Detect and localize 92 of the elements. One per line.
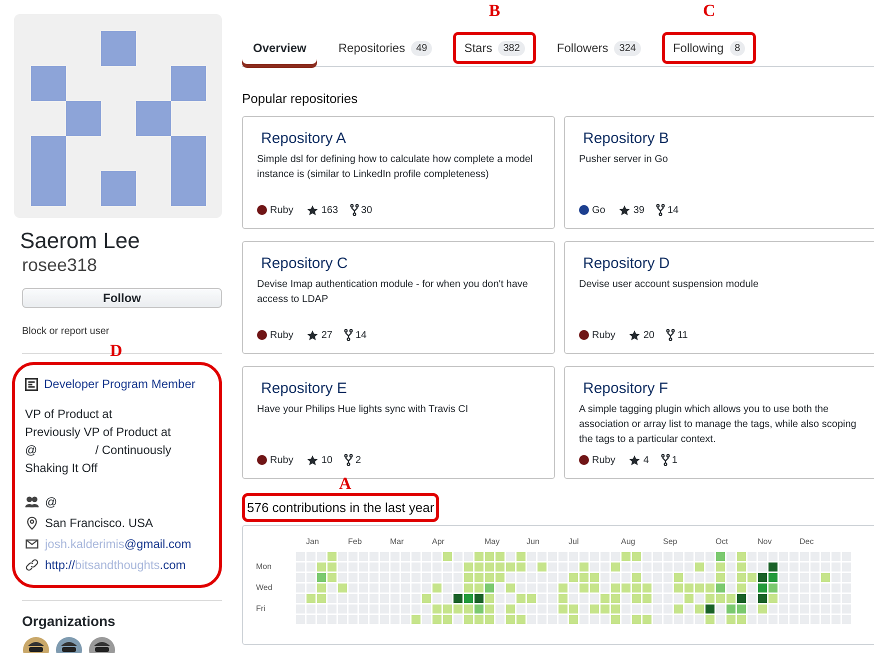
fork-count: 1	[672, 454, 678, 468]
repository-description: Devise user account suspension module	[579, 278, 760, 292]
website-link[interactable]: http://bitsandthoughts.com	[45, 556, 186, 574]
repository-name-link[interactable]: Repository A	[261, 128, 540, 148]
month-label: Jun	[526, 536, 540, 548]
language-text: Ruby	[592, 454, 616, 468]
month-label: Nov	[758, 536, 773, 548]
block-report-link[interactable]: Block or report user	[22, 324, 222, 339]
month-label: Sep	[663, 536, 678, 548]
fork-count: 30	[361, 204, 372, 218]
identicon-avatar-icon	[14, 14, 222, 218]
organizations-heading: Organizations	[22, 612, 116, 631]
link-icon	[25, 558, 39, 572]
badge-icon	[25, 378, 38, 390]
star-icon	[619, 204, 630, 216]
badge-link[interactable]: Developer Program Member	[44, 375, 196, 393]
bio-text: Previously VP of Product at	[25, 424, 171, 441]
star-count: 20	[643, 328, 654, 342]
language-text: Go	[592, 204, 606, 218]
annotation-letter: C	[702, 2, 716, 19]
mail-icon	[25, 536, 39, 550]
language-text: Ruby	[592, 328, 616, 342]
month-label: Aug	[621, 536, 636, 548]
repository-description: A simple tagging plugin which allows you to use both the association or array list to manage the tags, while also scoping the tags to a particular context.	[579, 402, 858, 446]
location-pin-icon	[25, 516, 39, 530]
month-label: Oct	[716, 536, 729, 548]
repository-description: Have your Philips Hue lights sync with Travis CI	[257, 402, 470, 416]
people-icon	[25, 494, 39, 508]
language-text: Ruby	[270, 328, 294, 342]
fork-count: 2	[355, 454, 362, 468]
tab[interactable]: Stars 382	[453, 32, 536, 64]
fork-icon	[656, 204, 666, 216]
repository-name-link[interactable]: Repository E	[261, 378, 540, 398]
bio-text: VP of Product at	[25, 406, 112, 423]
star-count: 39	[633, 204, 644, 218]
repository-description: Pusher server in Go	[579, 152, 669, 166]
month-label: Feb	[348, 536, 363, 548]
organization-text: @	[45, 494, 58, 510]
star-icon	[307, 330, 318, 340]
fork-count: 14	[355, 328, 367, 342]
fork-icon	[660, 454, 670, 466]
star-icon	[307, 454, 318, 466]
star-count: 163	[321, 204, 338, 218]
month-label: Dec	[800, 536, 815, 548]
repository-name-link[interactable]: Repository B	[583, 128, 862, 148]
email-link[interactable]: josh.kalderimis@gmail.com	[45, 534, 192, 552]
star-icon	[629, 330, 640, 340]
month-label: Jul	[568, 536, 580, 548]
star-icon	[307, 204, 318, 216]
bio-text: @	[25, 442, 38, 459]
tab-count: 382	[498, 40, 525, 56]
location-text: San Francisco. USA	[45, 514, 154, 532]
month-label: Mar	[390, 536, 405, 548]
weekday-label: Fri	[256, 604, 266, 613]
popular-heading: Popular repositories	[242, 90, 359, 108]
contributions-heading: 576 contributions in the last year	[242, 492, 440, 522]
tab[interactable]: Following 8	[662, 32, 756, 64]
weekday-label: Wed	[256, 583, 274, 592]
repository-name-link[interactable]: Repository D	[583, 254, 862, 274]
star-count: 27	[321, 328, 332, 342]
repository-description: Simple dsl for defining how to calculate how complete a model instance is (similar to LinkedIn profile completeness)	[257, 152, 534, 182]
profile-name: Saerom Lee	[20, 228, 141, 254]
star-count: 4	[643, 454, 649, 468]
bio-text: Shaking It Off	[25, 460, 98, 477]
annotation-letter: A	[339, 474, 352, 492]
star-icon	[629, 454, 640, 466]
bio-text: / Continuously	[95, 442, 172, 459]
month-label: Jan	[306, 536, 320, 548]
fork-count: 14	[667, 204, 679, 218]
tab-count: 324	[614, 40, 641, 56]
username: rosee318	[22, 254, 98, 276]
repository-description: Devise Imap authentication module - for when you don't have access to LDAP	[257, 278, 529, 306]
fork-icon	[350, 204, 360, 216]
tab[interactable]: Followers 324	[546, 32, 652, 64]
repository-name-link[interactable]: Repository F	[583, 378, 862, 398]
star-count: 10	[321, 454, 332, 468]
repository-name-link[interactable]: Repository C	[261, 254, 540, 274]
fork-count: 11	[677, 328, 688, 342]
language-text: Ruby	[270, 204, 294, 218]
annotation-letter: B	[488, 2, 500, 19]
follow-button[interactable]: Follow	[22, 288, 222, 308]
tab-count: 8	[730, 40, 746, 56]
tab[interactable]: Repositories 49	[327, 32, 444, 64]
month-label: May	[484, 536, 501, 548]
month-label: Apr	[432, 536, 446, 548]
weekday-label: Mon	[256, 562, 273, 571]
language-text: Ruby	[270, 454, 294, 468]
fork-icon	[344, 454, 354, 466]
tab-count: 49	[411, 40, 432, 56]
fork-icon	[666, 329, 676, 341]
fork-icon	[344, 329, 354, 341]
annotation-letter: D	[110, 342, 122, 359]
